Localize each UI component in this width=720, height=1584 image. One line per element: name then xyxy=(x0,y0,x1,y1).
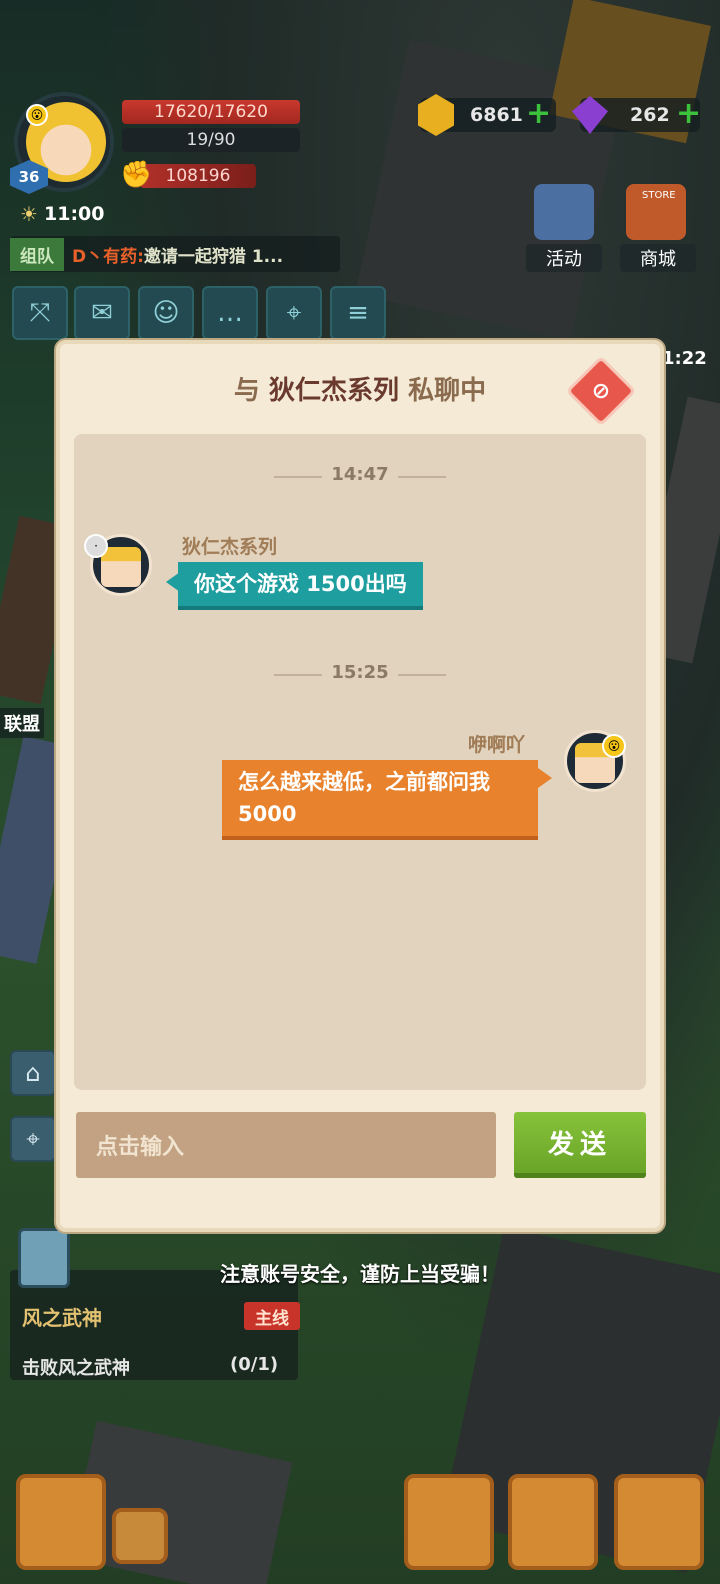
camera-button[interactable] xyxy=(112,1508,168,1564)
chat-partner-name: 狄仁杰系列 xyxy=(268,376,399,406)
divider xyxy=(398,476,446,478)
friends-icon[interactable]: ☺ xyxy=(138,286,194,340)
sun-icon: ☀ xyxy=(20,202,38,226)
map-pin-icon[interactable]: ⌖ xyxy=(266,286,322,340)
events-icon[interactable] xyxy=(534,184,594,240)
notice-icon[interactable]: ≡ xyxy=(330,286,386,340)
emote-icon: · xyxy=(84,534,108,558)
quest-description: 击败风之武神 xyxy=(22,1358,130,1379)
gem-value: 262 xyxy=(630,104,670,126)
game-time: 11:00 xyxy=(44,203,105,225)
combat-power-value: 108196 xyxy=(140,164,256,188)
alliance-label[interactable]: 联盟 xyxy=(0,708,44,738)
quest-title: 风之武神 xyxy=(22,1306,102,1330)
home-icon[interactable]: ⌂ xyxy=(10,1050,56,1096)
emote-icon: 😮 xyxy=(602,734,626,758)
add-gem-icon[interactable]: + xyxy=(676,96,701,131)
bubble-tail xyxy=(538,768,552,788)
message-bubble[interactable]: 你这个游戏 1500出吗 xyxy=(178,562,423,610)
add-gold-icon[interactable]: + xyxy=(526,96,551,131)
private-chat-dialog: 与 狄仁杰系列 私聊中 ⊘ 14:47 · 狄仁杰系列 你这个游戏 1500出吗… xyxy=(56,340,664,1232)
location-icon[interactable]: ⌖ xyxy=(10,1116,56,1162)
quest-progress: (0/1) xyxy=(230,1354,279,1375)
divider xyxy=(398,674,446,676)
gold-value: 6861 xyxy=(470,104,523,126)
backpack-button[interactable] xyxy=(614,1474,704,1570)
side-timer: 1:22 xyxy=(662,348,707,369)
emote-icon: 😮 xyxy=(26,104,48,126)
craft-hammer-button[interactable] xyxy=(16,1474,106,1570)
message-timestamp: 15:25 xyxy=(331,662,389,683)
events-button-label[interactable]: 活动 xyxy=(526,244,602,272)
chat-preview-text: 邀请一起狩猎 1... xyxy=(143,246,284,267)
title-prefix: 与 xyxy=(233,376,260,406)
message-list[interactable]: 14:47 · 狄仁杰系列 你这个游戏 1500出吗 15:25 😮 咿啊吖 怎… xyxy=(74,434,646,1090)
hp-bar: 17620/17620 xyxy=(122,100,300,124)
quest-type-badge: 主线 xyxy=(244,1302,300,1330)
pets-button[interactable] xyxy=(508,1474,598,1570)
message-bubble[interactable]: 怎么越来越低，之前都问我5000 xyxy=(222,760,538,840)
message-sender: 咿啊吖 xyxy=(468,734,526,756)
world-chat-preview[interactable]: 组队 D丶有药: 邀请一起狩猎 1... xyxy=(10,236,340,272)
chat-sender: D丶有药: xyxy=(72,246,144,267)
mail-icon[interactable]: ✉ xyxy=(74,286,130,340)
message-input[interactable]: 点击输入 xyxy=(76,1112,496,1178)
send-button[interactable]: 发送 xyxy=(514,1112,646,1178)
energy-bar: 19/90 xyxy=(122,128,300,152)
title-suffix: 私聊中 xyxy=(408,376,487,406)
chat-icon[interactable]: … xyxy=(202,286,258,340)
fullscreen-icon[interactable]: ⤧ xyxy=(12,286,68,340)
power-icon: ✊ xyxy=(120,160,153,190)
store-sign: STORE xyxy=(642,190,676,201)
security-warning: 注意账号安全，谨防上当受骗！ xyxy=(220,1262,500,1286)
store-button-label[interactable]: 商城 xyxy=(620,244,696,272)
block-chat-icon: ⊘ xyxy=(591,378,611,404)
hero-button[interactable] xyxy=(404,1474,494,1570)
message-timestamp: 14:47 xyxy=(331,464,389,485)
chat-channel-tag: 组队 xyxy=(10,237,64,271)
message-sender: 狄仁杰系列 xyxy=(182,536,278,558)
